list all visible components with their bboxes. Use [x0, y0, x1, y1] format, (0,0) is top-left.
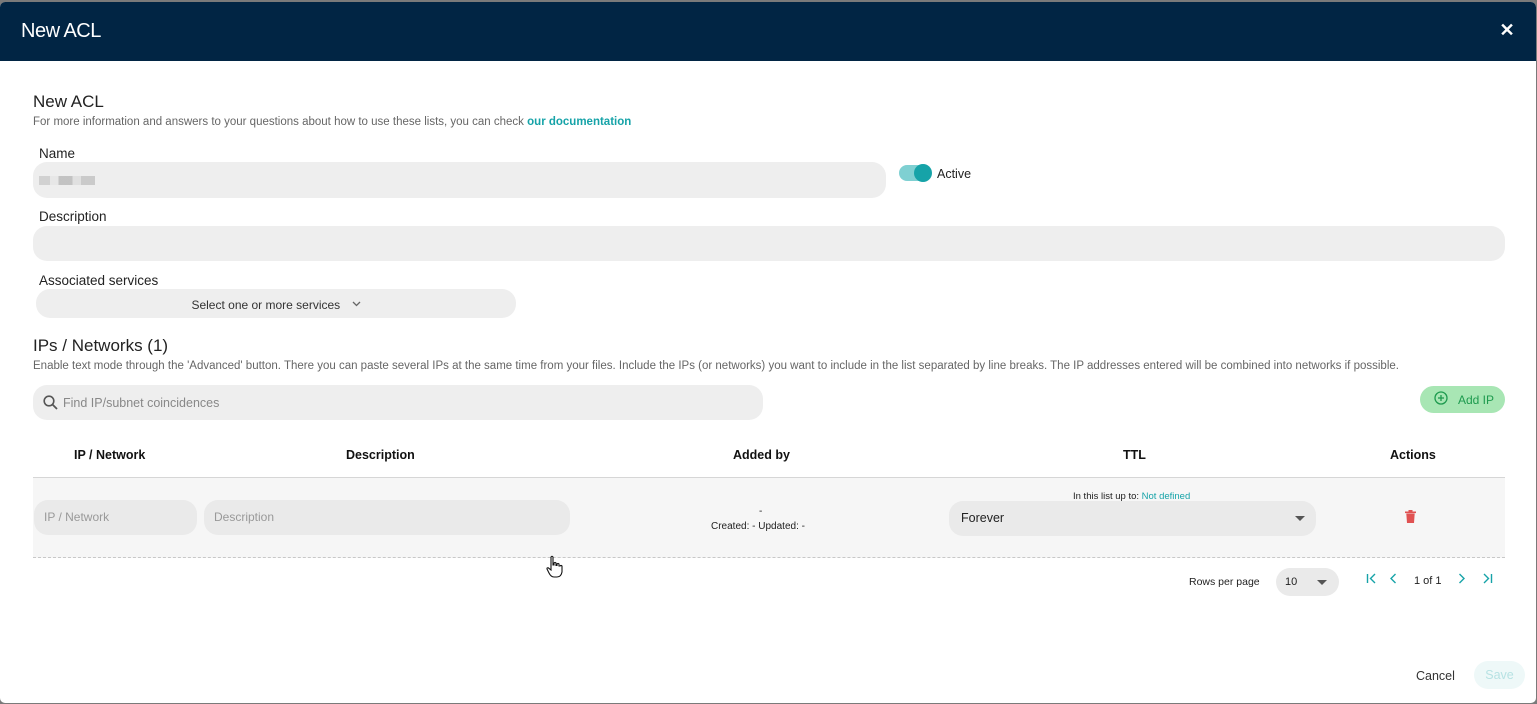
ips-title: IPs / Networks (1) [33, 336, 169, 355]
name-label: Name [39, 146, 76, 161]
col-actions: Actions [1390, 448, 1436, 462]
last-page-icon[interactable] [1482, 573, 1493, 587]
col-description: Description [346, 448, 415, 462]
ips-hint: Enable text mode through the 'Advanced' … [33, 360, 1399, 372]
modal-header: New ACL ✕ [0, 2, 1536, 61]
description-input[interactable] [33, 226, 1505, 261]
redacted-name-value [39, 176, 95, 185]
first-page-icon[interactable] [1366, 573, 1377, 587]
services-label: Associated services [39, 273, 159, 288]
ttl-select[interactable]: Forever [949, 501, 1316, 536]
section-title: New ACL [33, 92, 104, 111]
name-input[interactable] [33, 162, 886, 198]
intro-hint-text: For more information and answers to your… [33, 116, 524, 128]
modal-title: New ACL [21, 20, 101, 42]
add-ip-label: Add IP [1458, 393, 1495, 407]
rows-per-page-label: Rows per page [1189, 576, 1260, 588]
new-acl-modal: New ACL ✕ New ACL For more information a… [0, 2, 1536, 703]
row-description-input[interactable]: Description [204, 500, 570, 535]
ip-search-input[interactable]: Find IP/subnet coincidences [33, 385, 763, 420]
chevron-down-icon [352, 289, 361, 317]
table-row: IP / Network Description - Created: - Up… [33, 477, 1505, 558]
rows-per-page-value: 10 [1285, 576, 1298, 588]
ttl-value: Forever [961, 511, 1005, 525]
active-label: Active [937, 167, 972, 181]
created-label: Created: [711, 521, 750, 532]
documentation-link[interactable]: our documentation [527, 116, 631, 128]
created-updated: Created: - Updated: - [711, 521, 805, 532]
cancel-button[interactable]: Cancel [1416, 669, 1455, 683]
services-placeholder: Select one or more services [191, 298, 341, 312]
toggle-knob [914, 164, 932, 182]
hand-cursor-icon [546, 555, 564, 584]
col-added-by: Added by [733, 448, 790, 462]
active-toggle[interactable] [899, 164, 932, 182]
delete-icon[interactable] [1405, 510, 1416, 528]
intro-hint: For more information and answers to your… [33, 116, 631, 128]
prev-page-icon[interactable] [1389, 573, 1397, 587]
add-circle-icon [1434, 391, 1448, 408]
created-value: - [752, 521, 756, 532]
next-page-icon[interactable] [1458, 573, 1466, 587]
search-icon [43, 395, 58, 415]
col-ttl: TTL [1123, 448, 1146, 462]
row-ip-input[interactable]: IP / Network [34, 500, 197, 535]
page-indicator: 1 of 1 [1414, 575, 1442, 587]
caret-down-icon [1317, 580, 1327, 585]
search-placeholder: Find IP/subnet coincidences [63, 396, 220, 410]
description-label: Description [39, 209, 107, 224]
add-ip-button[interactable]: Add IP [1420, 386, 1505, 413]
services-select[interactable]: Select one or more services [36, 289, 516, 318]
updated-value: - [801, 521, 805, 532]
rows-per-page-select[interactable]: 10 [1276, 568, 1339, 596]
updated-label: Updated: [758, 521, 799, 532]
save-button[interactable]: Save [1474, 661, 1525, 689]
close-icon[interactable]: ✕ [1498, 21, 1516, 39]
col-ip-network: IP / Network [74, 448, 146, 462]
added-by-value: - [759, 506, 763, 517]
caret-down-icon [1295, 516, 1305, 521]
